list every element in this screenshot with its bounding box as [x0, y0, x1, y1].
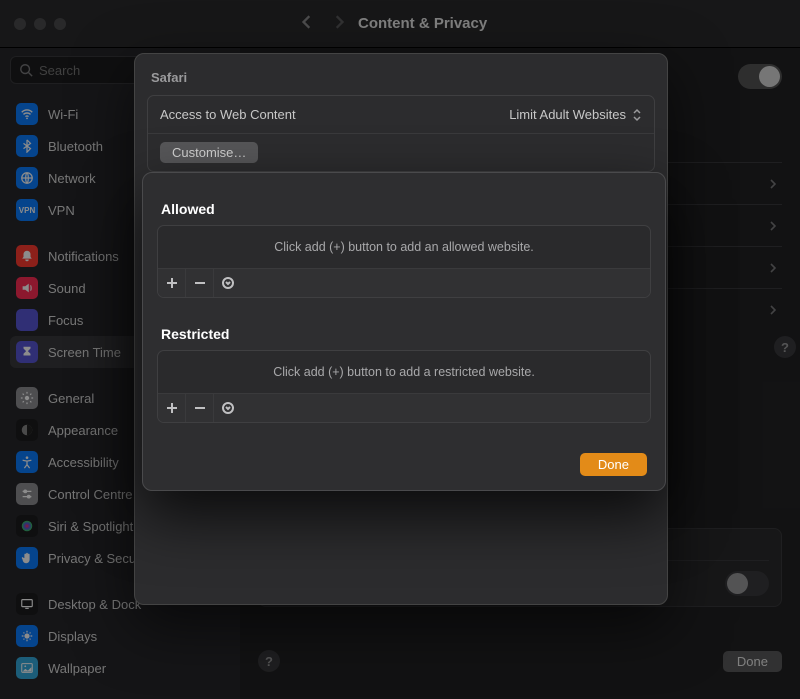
allowed-menu-button[interactable] — [214, 269, 242, 297]
safari-header: Safari — [135, 54, 667, 89]
restricted-title: Restricted — [143, 316, 665, 350]
allowed-add-button[interactable] — [158, 269, 186, 297]
web-content-label: Access to Web Content — [160, 107, 296, 122]
web-content-dropdown[interactable]: Limit Adult Websites — [509, 107, 642, 122]
allowed-title: Allowed — [143, 191, 665, 225]
customise-button[interactable]: Customise… — [160, 142, 258, 163]
allowed-restricted-sheet: Allowed Click add (+) button to add an a… — [142, 172, 666, 491]
restricted-remove-button[interactable] — [186, 394, 214, 422]
allowed-placeholder: Click add (+) button to add an allowed w… — [158, 226, 650, 268]
updown-chevron-icon — [632, 108, 642, 122]
allowed-list: Click add (+) button to add an allowed w… — [157, 225, 651, 298]
restricted-placeholder: Click add (+) button to add a restricted… — [158, 351, 650, 393]
restricted-add-button[interactable] — [158, 394, 186, 422]
web-content-value: Limit Adult Websites — [509, 107, 626, 122]
restricted-menu-button[interactable] — [214, 394, 242, 422]
restricted-list: Click add (+) button to add a restricted… — [157, 350, 651, 423]
done-button[interactable]: Done — [580, 453, 647, 476]
allowed-remove-button[interactable] — [186, 269, 214, 297]
